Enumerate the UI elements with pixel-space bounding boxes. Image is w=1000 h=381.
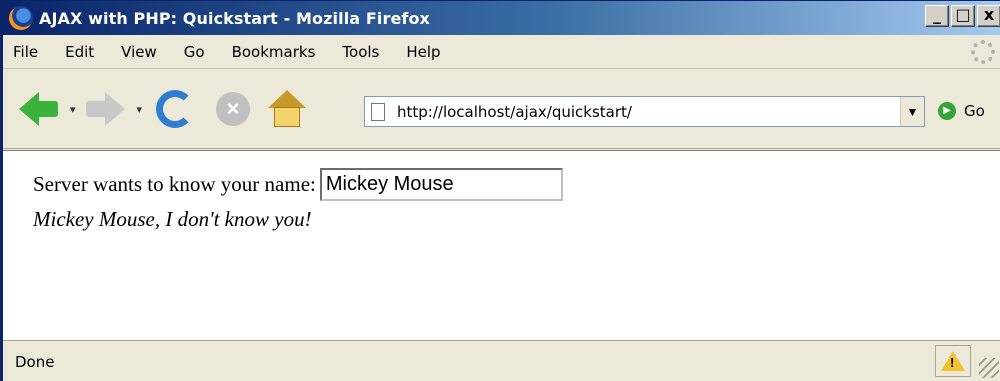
menu-help[interactable]: Help	[406, 43, 440, 61]
menu-file[interactable]: File	[13, 43, 38, 61]
window-title: AJAX with PHP: Quickstart - Mozilla Fire…	[39, 8, 430, 28]
status-text: Done	[15, 352, 55, 371]
stop-icon[interactable]: ×	[216, 92, 251, 126]
menu-edit[interactable]: Edit	[65, 43, 94, 61]
name-prompt-row: Server wants to know your name:	[33, 168, 563, 201]
window-controls: _ □ x	[923, 5, 1000, 27]
server-response: Mickey Mouse, I don't know you!	[33, 207, 312, 231]
menu-view[interactable]: View	[121, 43, 157, 61]
forward-button[interactable]	[85, 92, 125, 126]
address-bar[interactable]: http://localhost/ajax/quickstart/ ▼	[364, 96, 925, 127]
back-button[interactable]	[19, 92, 58, 126]
firefox-logo-icon	[9, 6, 33, 30]
warning-indicator[interactable]: !	[935, 345, 971, 377]
reload-icon[interactable]	[156, 90, 195, 128]
name-prompt-label: Server wants to know your name:	[33, 172, 316, 196]
warning-icon: !	[941, 351, 965, 371]
name-input[interactable]	[319, 168, 563, 201]
menu-bar: File Edit View Go Bookmarks Tools Help	[3, 35, 1000, 69]
menu-tools[interactable]: Tools	[342, 43, 379, 61]
go-label: Go	[964, 102, 985, 120]
go-button[interactable]: ▶ Go	[938, 102, 985, 120]
menu-go[interactable]: Go	[184, 43, 205, 61]
url-text[interactable]: http://localhost/ajax/quickstart/	[397, 103, 632, 121]
close-button[interactable]: x	[977, 5, 1000, 27]
page-content: Server wants to know your name: Mickey M…	[3, 150, 1000, 340]
navigation-toolbar: ▾ ▾ × http://localhost/ajax/quickstart/ …	[3, 70, 1000, 149]
forward-icon	[104, 92, 125, 126]
title-bar[interactable]: AJAX with PHP: Quickstart - Mozilla Fire…	[3, 1, 1000, 35]
throbber-icon	[971, 40, 995, 64]
browser-window: AJAX with PHP: Quickstart - Mozilla Fire…	[0, 0, 1000, 381]
home-icon[interactable]	[268, 90, 307, 128]
forward-history-dropdown[interactable]: ▾	[137, 103, 143, 116]
go-icon: ▶	[938, 102, 956, 120]
status-bar: Done !	[3, 340, 1000, 381]
url-dropdown-button[interactable]: ▼	[900, 97, 924, 126]
maximize-button[interactable]: □	[951, 5, 975, 27]
back-icon	[19, 92, 39, 126]
resize-grip[interactable]	[979, 358, 999, 378]
back-history-dropdown[interactable]: ▾	[70, 103, 76, 116]
page-icon	[371, 102, 385, 121]
minimize-button[interactable]: _	[925, 5, 949, 27]
menu-bookmarks[interactable]: Bookmarks	[232, 43, 316, 61]
